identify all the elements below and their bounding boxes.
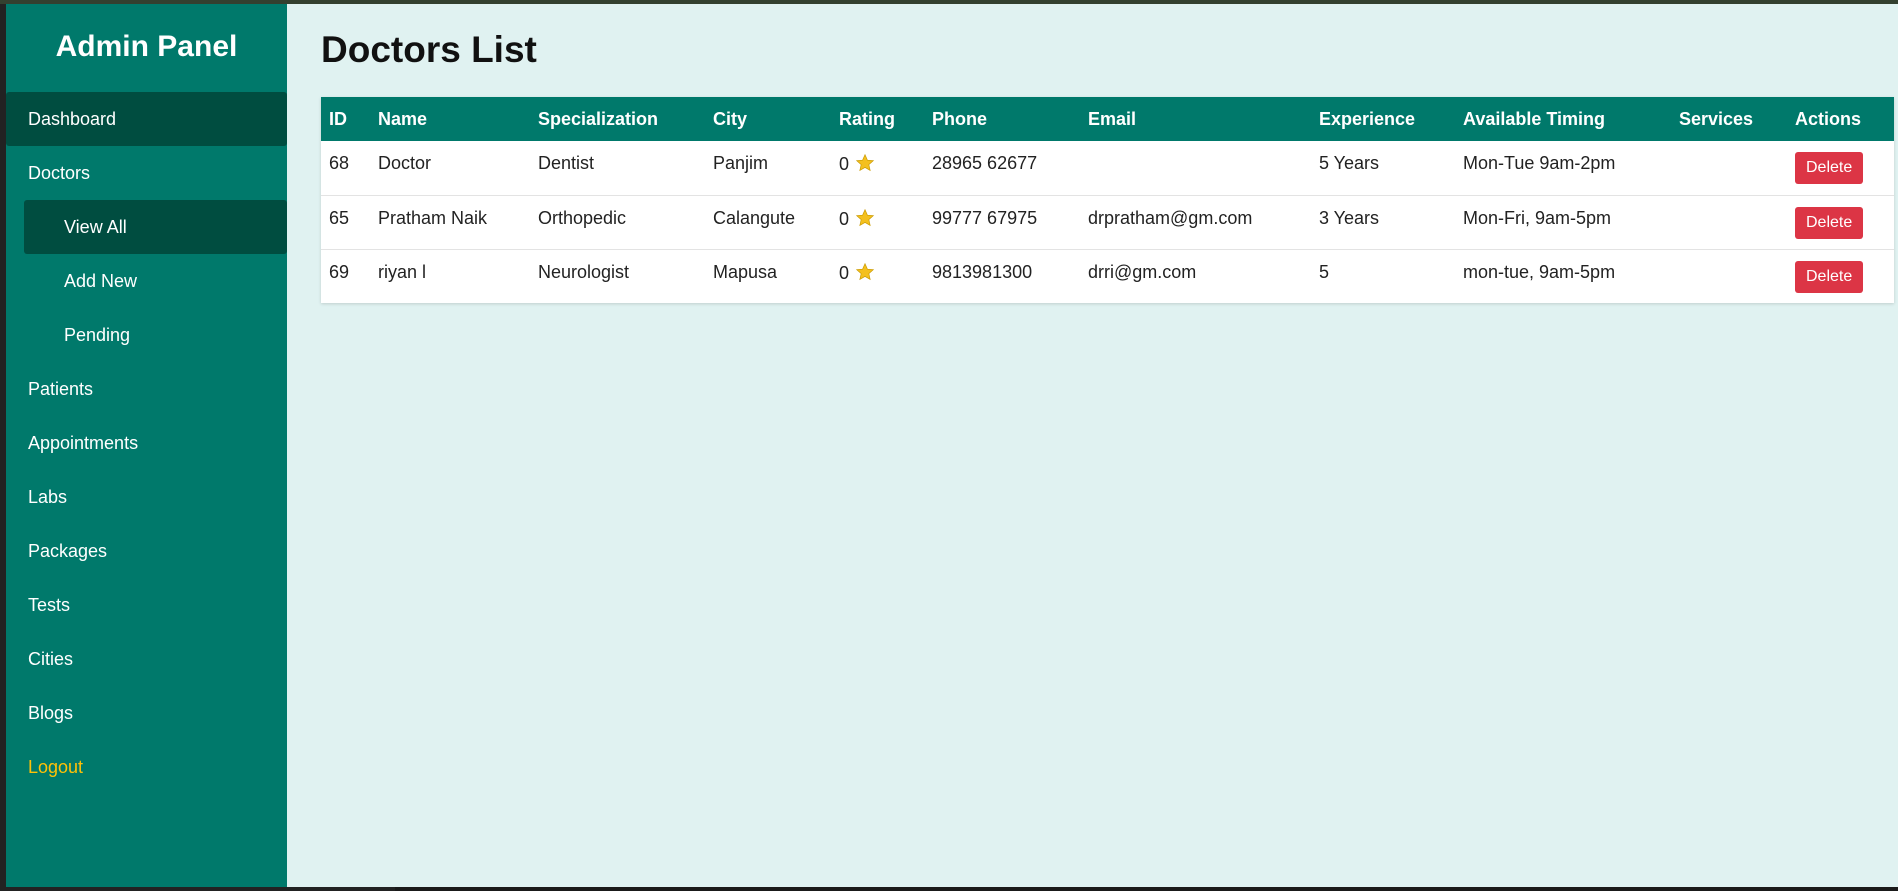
header-specialization: Specialization <box>538 108 659 129</box>
cell-city: Calangute <box>705 195 831 250</box>
header-actions: Actions <box>1795 108 1862 129</box>
table-row: 68 Doctor Dentist Panjim 0 28965 62677 5… <box>321 141 1894 196</box>
cell-experience: 5 Years <box>1311 141 1455 196</box>
star-icon <box>855 262 875 280</box>
header-email: Email <box>1088 108 1137 129</box>
sidebar-item-packages[interactable]: Packages <box>6 524 287 578</box>
sidebar-item-doctors[interactable]: Doctors <box>6 146 287 200</box>
delete-button[interactable]: Delete <box>1795 152 1864 184</box>
cell-actions: Delete <box>1787 141 1894 196</box>
header-experience: Experience <box>1319 108 1416 129</box>
cell-rating: 0 <box>831 195 924 250</box>
cell-name: Pratham Naik <box>370 195 530 250</box>
sidebar-item-patients[interactable]: Patients <box>6 362 287 416</box>
cell-id: 68 <box>321 141 370 196</box>
cell-services <box>1671 249 1787 303</box>
cell-actions: Delete <box>1787 195 1894 250</box>
cell-email: drri@gm.com <box>1088 261 1197 282</box>
cell-available-timing: Mon-Tue 9am-2pm <box>1455 141 1671 196</box>
window-bottom-border <box>0 887 395 891</box>
header-phone: Phone <box>932 108 988 129</box>
table-header-row: ID Name Specialization City Rating Phone… <box>321 97 1894 141</box>
cell-id: 65 <box>321 195 370 250</box>
cell-services <box>1671 141 1787 196</box>
star-icon <box>855 153 875 172</box>
cell-specialization: Orthopedic <box>530 195 705 250</box>
cell-id: 69 <box>329 261 350 282</box>
doctors-table-container: ID Name Specialization City Rating Phone… <box>321 97 1894 303</box>
cell-name: riyan l <box>378 261 427 282</box>
sidebar-item-view-all[interactable]: View All <box>24 200 287 254</box>
table-row: 69 riyan l Neurologist Mapusa 0 98139813… <box>321 249 1894 303</box>
header-rating: Rating <box>839 108 895 129</box>
rating-value: 0 <box>839 262 850 283</box>
cell-rating: 0 <box>831 141 924 196</box>
sidebar-title: Admin Panel <box>55 30 238 63</box>
sidebar-item-add-new[interactable]: Add New <box>24 254 287 308</box>
sidebar-item-dashboard[interactable]: Dashboard <box>6 92 287 146</box>
cell-specialization: Dentist <box>530 141 705 196</box>
cell-email: drpratham@gm.com <box>1080 195 1311 250</box>
sidebar-item-cities[interactable]: Cities <box>6 632 287 686</box>
cell-experience: 5 <box>1319 261 1330 282</box>
star-icon <box>855 208 875 226</box>
cell-phone: 28965 62677 <box>924 141 1080 196</box>
cell-phone: 9813981300 <box>932 261 1033 282</box>
cell-available-timing: mon-tue, 9am-5pm <box>1463 261 1616 282</box>
header-name: Name <box>378 108 428 129</box>
sidebar: Admin Panel Dashboard Doctors View All A… <box>6 4 287 887</box>
delete-button[interactable]: Delete <box>1795 260 1864 293</box>
header-services: Services <box>1679 108 1754 129</box>
sidebar-nav: Dashboard Doctors View All Add New Pendi… <box>6 92 287 794</box>
sidebar-item-pending[interactable]: Pending <box>24 308 287 362</box>
cell-experience: 3 Years <box>1311 195 1455 250</box>
cell-services <box>1671 195 1787 250</box>
sidebar-item-logout[interactable]: Logout <box>6 740 287 794</box>
cell-city: Mapusa <box>713 261 778 282</box>
cell-available-timing: Mon-Fri, 9am-5pm <box>1455 195 1671 250</box>
cell-email <box>1080 141 1311 196</box>
cell-name: Doctor <box>370 141 530 196</box>
sidebar-item-blogs[interactable]: Blogs <box>6 686 287 740</box>
header-available-timing: Available Timing <box>1463 108 1606 129</box>
header-id: ID <box>329 108 347 129</box>
doctors-table: ID Name Specialization City Rating Phone… <box>321 97 1894 303</box>
rating-value: 0 <box>839 154 850 174</box>
table-row: 65 Pratham Naik Orthopedic Calangute 0 9… <box>321 195 1894 250</box>
cell-specialization: Neurologist <box>538 261 630 282</box>
delete-button[interactable]: Delete <box>1795 206 1864 239</box>
cell-rating: 0 <box>831 249 924 303</box>
sidebar-item-tests[interactable]: Tests <box>6 578 287 632</box>
rating-value: 0 <box>839 208 850 229</box>
cell-phone: 99777 67975 <box>924 195 1080 250</box>
cell-city: Panjim <box>705 141 831 196</box>
sidebar-item-appointments[interactable]: Appointments <box>6 416 287 470</box>
main-content: Doctors List ID Name Specialization City… <box>287 4 1898 887</box>
cell-actions: Delete <box>1787 249 1894 303</box>
header-city: City <box>713 108 748 129</box>
page-title: Doctors List <box>321 29 537 70</box>
sidebar-item-labs[interactable]: Labs <box>6 470 287 524</box>
